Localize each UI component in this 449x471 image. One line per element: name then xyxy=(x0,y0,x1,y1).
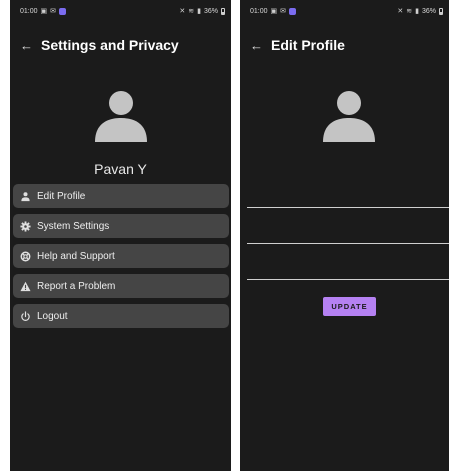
image-notification-icon: ▣ xyxy=(270,7,278,15)
battery-percent: 36% xyxy=(421,7,436,15)
status-time: 01:00 xyxy=(20,7,38,15)
menu-item-label: Edit Profile xyxy=(37,190,86,202)
lifebuoy-icon xyxy=(19,250,31,262)
wifi-icon: ≋ xyxy=(188,7,195,15)
wifi-icon: ≋ xyxy=(406,7,413,15)
profile-field-3[interactable] xyxy=(247,254,449,280)
power-icon xyxy=(19,310,31,322)
app-bar: ← Edit Profile xyxy=(240,33,449,57)
mute-icon: ✕ xyxy=(179,7,186,15)
app-notification-icon xyxy=(59,7,67,15)
menu-item-logout[interactable]: Logout xyxy=(13,304,229,328)
battery-icon xyxy=(439,7,443,15)
page-title: Edit Profile xyxy=(271,37,345,53)
person-avatar-icon xyxy=(321,86,377,142)
page-title: Settings and Privacy xyxy=(41,37,179,53)
edit-profile-screen: 01:00 ▣ ✉ ✕ ≋ ▮ 36% ← Edit Profile UPDAT… xyxy=(240,0,449,471)
battery-percent: 36% xyxy=(203,7,218,15)
menu-item-label: Help and Support xyxy=(37,250,115,262)
menu-item-label: Logout xyxy=(37,310,68,322)
mail-notification-icon: ✉ xyxy=(50,7,57,15)
menu-item-label: System Settings xyxy=(37,220,110,232)
image-notification-icon: ▣ xyxy=(40,7,48,15)
warning-icon xyxy=(19,280,31,292)
menu-item-edit-profile[interactable]: Edit Profile xyxy=(13,184,229,208)
mail-notification-icon: ✉ xyxy=(280,7,287,15)
menu-item-help-and-support[interactable]: Help and Support xyxy=(13,244,229,268)
person-avatar-icon xyxy=(93,86,149,142)
profile-field-2[interactable] xyxy=(247,218,449,244)
battery-icon xyxy=(221,7,225,15)
mute-icon: ✕ xyxy=(397,7,404,15)
signal-icon: ▮ xyxy=(415,7,419,15)
status-time: 01:00 xyxy=(250,7,268,15)
settings-screen: 01:00 ▣ ✉ ✕ ≋ ▮ 36% ← Settings and Priva… xyxy=(10,0,231,471)
person-icon xyxy=(19,190,31,202)
signal-icon: ▮ xyxy=(197,7,201,15)
menu-item-system-settings[interactable]: System Settings xyxy=(13,214,229,238)
update-button[interactable]: UPDATE xyxy=(323,297,376,316)
arrow-back-icon[interactable]: ← xyxy=(250,39,264,52)
status-bar: 01:00 ▣ ✉ ✕ ≋ ▮ 36% xyxy=(240,0,449,22)
profile-name: Pavan Y xyxy=(94,161,147,177)
gear-icon xyxy=(19,220,31,232)
app-bar: ← Settings and Privacy xyxy=(10,33,231,57)
menu-item-label: Report a Problem xyxy=(37,280,116,292)
arrow-back-icon[interactable]: ← xyxy=(20,39,34,52)
status-bar: 01:00 ▣ ✉ ✕ ≋ ▮ 36% xyxy=(10,0,231,22)
menu-item-report-a-problem[interactable]: Report a Problem xyxy=(13,274,229,298)
profile-field-1[interactable] xyxy=(247,182,449,208)
app-notification-icon xyxy=(289,7,297,15)
settings-menu: Edit Profile System Settings Help and Su… xyxy=(13,184,229,334)
